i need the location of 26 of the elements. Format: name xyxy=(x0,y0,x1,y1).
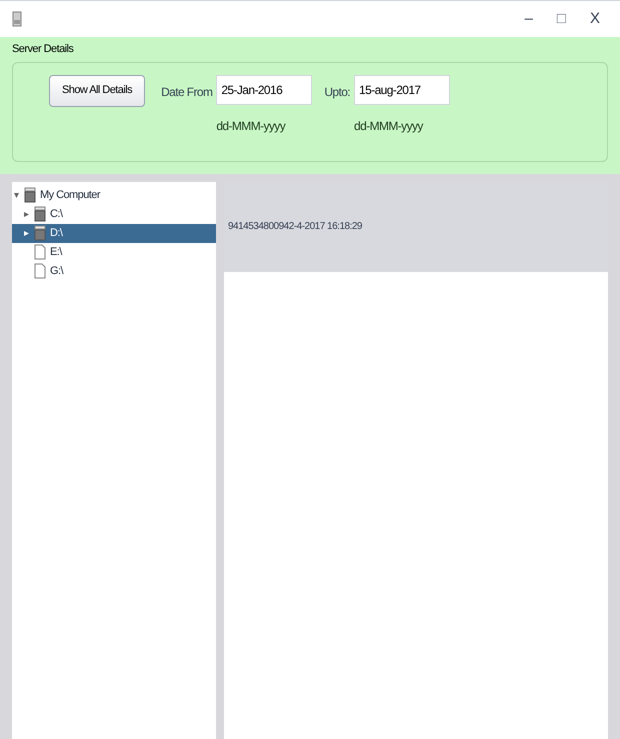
details-text: 9414534800942-4-2017 16:18:29 xyxy=(228,220,362,234)
show-details-button[interactable]: Show All Details xyxy=(49,74,146,106)
tree-item[interactable]: G:\ xyxy=(12,262,216,280)
app-icon xyxy=(12,11,22,27)
date-field[interactable]: 15-aug-2017 xyxy=(354,74,450,104)
collapsed-icon[interactable] xyxy=(24,212,29,216)
drive-icon xyxy=(34,206,46,222)
minimize-button[interactable]: – xyxy=(524,8,533,30)
tree-item[interactable]: D:\ xyxy=(12,224,216,242)
format-hint: dd-MMM-yyyy xyxy=(216,118,287,134)
expanded-icon[interactable] xyxy=(14,192,19,198)
field-label: Upto: xyxy=(324,84,350,100)
maximize-button[interactable]: □ xyxy=(556,8,566,30)
drive-icon xyxy=(24,187,36,203)
field-label: Date From xyxy=(161,84,212,100)
date-field[interactable]: 25-Jan-2016 xyxy=(216,74,312,104)
format-hint: dd-MMM-yyyy xyxy=(354,118,424,134)
panel-title: Server Details xyxy=(12,42,74,57)
collapsed-icon[interactable] xyxy=(24,230,29,236)
drive-icon xyxy=(34,225,46,241)
file-icon xyxy=(34,263,46,279)
close-button[interactable]: X xyxy=(590,8,600,30)
tree-item[interactable]: C:\ xyxy=(12,204,216,224)
tree-item[interactable]: My Computer xyxy=(12,186,216,204)
tree-item[interactable]: E:\ xyxy=(12,242,216,262)
file-icon xyxy=(34,244,46,260)
